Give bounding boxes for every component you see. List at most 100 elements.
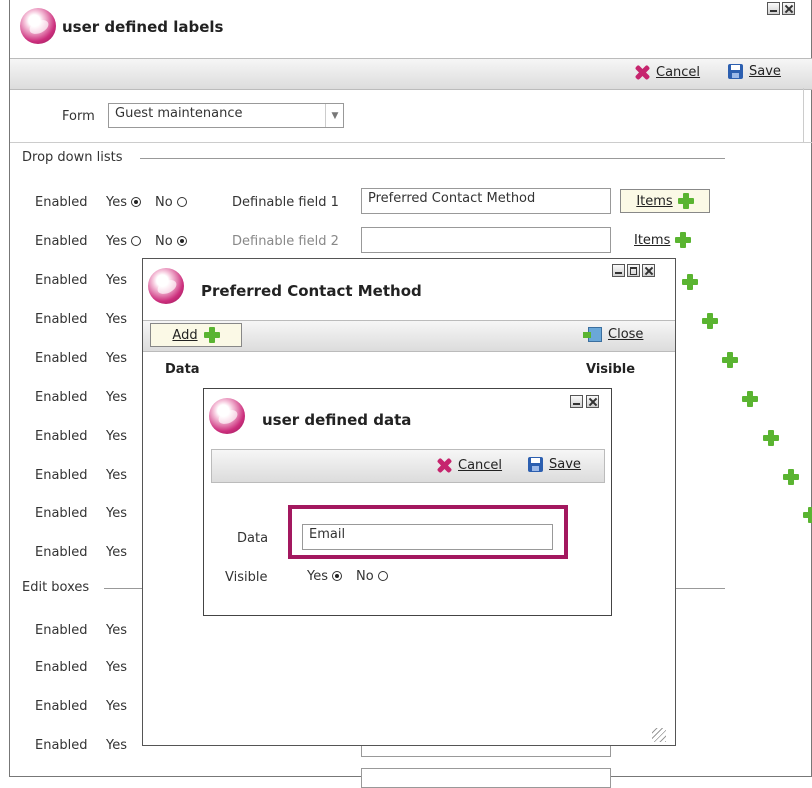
row6-add-icon[interactable] (742, 391, 759, 407)
items-popup-title: Preferred Contact Method (201, 282, 422, 300)
edit-row1-yes-label: Yes (106, 623, 127, 638)
row6-enabled-label: Enabled (35, 390, 88, 405)
row5-add-icon[interactable] (722, 352, 739, 368)
items-popup-logo-icon (148, 268, 184, 304)
row2-yes-radio[interactable]: Yes (106, 234, 142, 249)
data-popup-close-window-button[interactable] (586, 395, 599, 408)
row2-no-radio[interactable]: No (155, 234, 187, 249)
row3-add-icon[interactable] (682, 274, 698, 290)
row1-yes-radio-dot[interactable] (131, 197, 142, 207)
edit-row5-field-input[interactable] (361, 768, 611, 788)
row2-field-label: Definable field 2 (232, 234, 339, 249)
row10-enabled-label: Enabled (35, 545, 88, 560)
row1-field-value: Preferred Contact Method (368, 191, 536, 206)
row2-no-radio-dot[interactable] (176, 236, 187, 246)
data-popup-title: user defined data (262, 411, 412, 429)
data-cancel-label: Cancel (458, 457, 503, 473)
save-label: Save (749, 64, 781, 79)
row7-add-icon[interactable] (762, 430, 779, 446)
resize-grip-icon[interactable] (652, 728, 666, 742)
row9-enabled-label: Enabled (35, 506, 88, 521)
row6-yes-label: Yes (106, 390, 127, 405)
data-field-value: Email (309, 527, 346, 542)
row10-yes-label: Yes (106, 545, 127, 560)
data-save-button[interactable]: Save (528, 457, 581, 472)
edit-row4-enabled-label: Enabled (35, 738, 88, 753)
save-button[interactable]: Save (728, 64, 781, 79)
row8-yes-label: Yes (106, 468, 127, 483)
edit-section-line (104, 588, 144, 589)
items-popup-close-window-button[interactable] (642, 264, 655, 277)
row3-yes-label: Yes (106, 273, 127, 288)
data-field-input[interactable]: Email (302, 524, 553, 550)
visible-no-radio-dot[interactable] (377, 571, 388, 581)
row1-yes-label: Yes (106, 195, 127, 210)
cancel-icon (634, 64, 650, 80)
row1-add-icon (677, 193, 694, 209)
data-cancel-button[interactable]: Cancel (436, 457, 502, 473)
data-popup-logo-icon (209, 398, 245, 434)
visible-yes-label: Yes (307, 569, 328, 584)
add-item-button[interactable]: Add (150, 323, 242, 347)
row5-enabled-label: Enabled (35, 351, 88, 366)
dropdown-section-line (140, 158, 725, 159)
edit-row2-enabled-label: Enabled (35, 660, 88, 675)
row4-enabled-label: Enabled (35, 312, 88, 327)
row1-items-button[interactable]: Items (620, 189, 710, 213)
edit-section-title: Edit boxes (22, 580, 90, 595)
row4-add-icon[interactable] (702, 313, 719, 329)
minimize-button[interactable] (767, 2, 780, 15)
exit-door-icon (583, 327, 602, 342)
items-popup-minimize-button[interactable] (612, 264, 625, 277)
row7-enabled-label: Enabled (35, 429, 88, 444)
edit-row2-yes-label: Yes (106, 660, 127, 675)
row1-yes-radio[interactable]: Yes (106, 195, 142, 210)
add-item-label: Add (172, 327, 198, 343)
form-divider (10, 142, 812, 143)
row1-field-label: Definable field 1 (232, 195, 339, 210)
row1-field-input[interactable]: Preferred Contact Method (361, 188, 611, 214)
items-popup-maximize-button[interactable] (627, 264, 640, 277)
form-right-edge (803, 88, 804, 143)
visible-no-radio[interactable]: No (356, 569, 388, 584)
form-select-value: Guest maintenance (115, 106, 243, 121)
row5-yes-label: Yes (106, 351, 127, 366)
row1-no-radio-dot[interactable] (176, 197, 187, 207)
visible-yes-radio-dot[interactable] (332, 571, 343, 581)
row4-yes-label: Yes (106, 312, 127, 327)
col-visible-header: Visible (586, 362, 636, 377)
edit-row4-yes-label: Yes (106, 738, 127, 753)
close-window-button[interactable] (782, 2, 795, 15)
data-popup-minimize-button[interactable] (570, 395, 583, 408)
visible-no-label: No (356, 569, 374, 584)
cancel-label: Cancel (656, 64, 701, 80)
row1-enabled-label: Enabled (35, 195, 88, 210)
edit-row1-enabled-label: Enabled (35, 623, 88, 638)
edit-row3-enabled-label: Enabled (35, 699, 88, 714)
visible-label: Visible (225, 570, 268, 585)
row2-no-label: No (155, 234, 173, 249)
data-save-label: Save (549, 457, 581, 472)
main-window-title: user defined labels (62, 18, 224, 36)
row8-add-icon[interactable] (782, 469, 799, 485)
row9-yes-label: Yes (106, 506, 127, 521)
row2-items-button[interactable]: Items (634, 232, 692, 248)
edit-row3-yes-label: Yes (106, 699, 127, 714)
items-popup-close-label: Close (608, 327, 644, 342)
data-cancel-icon (436, 457, 452, 473)
row2-field-input[interactable] (361, 227, 611, 253)
row8-enabled-label: Enabled (35, 468, 88, 483)
visible-yes-radio[interactable]: Yes (307, 569, 343, 584)
row7-yes-label: Yes (106, 429, 127, 444)
row1-no-radio[interactable]: No (155, 195, 187, 210)
row2-enabled-label: Enabled (35, 234, 88, 249)
row9-add-icon[interactable] (802, 507, 812, 523)
form-select[interactable]: Guest maintenance (108, 103, 344, 128)
row2-items-label: Items (634, 232, 671, 248)
form-select-dropdown[interactable]: ▼ (325, 104, 344, 127)
data-save-icon (528, 457, 543, 472)
items-popup-close-button[interactable]: Close (583, 327, 644, 342)
cancel-button[interactable]: Cancel (634, 64, 700, 80)
row2-yes-radio-dot[interactable] (131, 236, 142, 246)
dropdown-section-title: Drop down lists (22, 150, 123, 165)
